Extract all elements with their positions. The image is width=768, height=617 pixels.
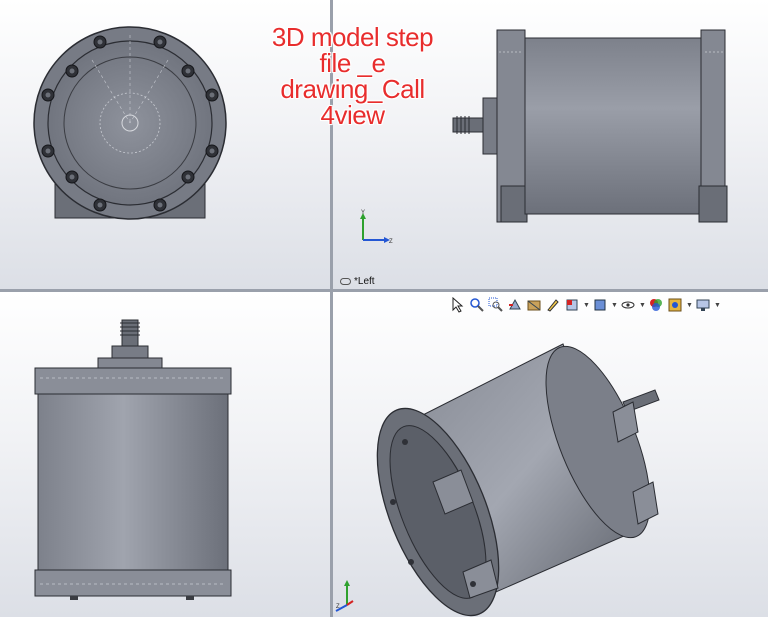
viewport-splitter-horizontal[interactable] — [0, 289, 768, 292]
overlay-title-line-4: 4view — [320, 100, 385, 130]
heads-up-view-toolbar: ▼ ▼ ▼ ▼ ▼ — [450, 295, 721, 315]
apply-scene-dropdown-icon[interactable]: ▼ — [686, 302, 693, 309]
section-view-icon[interactable] — [526, 297, 542, 313]
iso-triad-icon: Z — [335, 580, 354, 612]
view-name-text: *Left — [354, 276, 375, 287]
overlay-title: 3D model step file _e drawing_Call 4view — [240, 24, 465, 128]
viewport-isometric[interactable]: Z — [333, 292, 768, 617]
hide-show-dropdown-icon[interactable]: ▼ — [639, 302, 646, 309]
overlay-title-line-2: file _e — [319, 48, 386, 78]
view-orientation-icon[interactable] — [564, 297, 580, 313]
hide-show-icon[interactable] — [620, 297, 636, 313]
edit-appearance-icon[interactable] — [648, 297, 664, 313]
view-settings-icon[interactable] — [695, 297, 711, 313]
display-style-icon[interactable] — [592, 297, 608, 313]
apply-scene-icon[interactable] — [667, 297, 683, 313]
overlay-title-line-1: 3D model step — [271, 22, 434, 52]
link-views-icon[interactable] — [340, 278, 351, 285]
overlay-title-line-3: drawing_Call — [280, 74, 425, 104]
view-orientation-dropdown-icon[interactable]: ▼ — [583, 302, 590, 309]
viewport-top[interactable] — [0, 292, 330, 617]
view-triad-icon: Y Z — [360, 210, 393, 245]
triad-z-label: Z — [389, 239, 393, 245]
isometric-view-model — [376, 343, 660, 617]
zoom-area-icon[interactable] — [488, 297, 504, 313]
top-view-model — [34, 319, 232, 600]
iso-triad-z-label: Z — [336, 604, 340, 610]
view-settings-dropdown-icon[interactable]: ▼ — [714, 302, 721, 309]
previous-view-icon[interactable] — [507, 297, 523, 313]
select-icon[interactable] — [450, 297, 466, 313]
view-name-label: *Left — [340, 276, 375, 287]
triad-y-label: Y — [361, 210, 365, 216]
zoom-to-fit-icon[interactable] — [469, 297, 485, 313]
dynamic-annotation-icon[interactable] — [545, 297, 561, 313]
display-style-dropdown-icon[interactable]: ▼ — [611, 302, 618, 309]
